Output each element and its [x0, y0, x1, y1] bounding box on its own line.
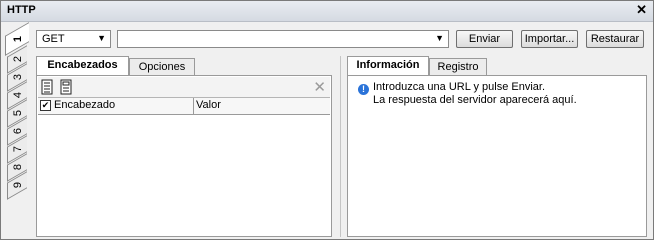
tab-informacion[interactable]: Información	[347, 56, 429, 76]
dropdown-arrow-icon[interactable]: ▼	[435, 33, 444, 43]
title-bar: HTTP ✕	[1, 1, 653, 22]
url-combobox[interactable]: ▼	[117, 30, 449, 48]
restore-button[interactable]: Restaurar	[586, 30, 644, 48]
method-select[interactable]: GET ▼	[36, 30, 111, 48]
side-tab-label: 7	[12, 145, 24, 153]
send-button[interactable]: Enviar	[456, 30, 513, 48]
window-title: HTTP	[7, 4, 36, 16]
info-box: ! Introduzca una URL y pulse Enviar. La …	[347, 75, 647, 237]
add-header-icon[interactable]	[40, 79, 56, 95]
column-valor[interactable]: Valor	[196, 99, 221, 111]
side-tab-label: 1	[12, 35, 24, 43]
request-panel: Encabezados Opciones ✕ ✔ Encabezado Valo…	[36, 56, 332, 237]
side-tab-label: 8	[12, 163, 24, 171]
close-icon[interactable]: ✕	[636, 2, 647, 18]
side-tab-label: 9	[12, 181, 24, 189]
side-tab-label: 3	[12, 73, 24, 81]
headers-column-header: ✔ Encabezado Valor	[38, 98, 330, 115]
tab-registro[interactable]: Registro	[429, 58, 487, 76]
headers-table: ✕ ✔ Encabezado Valor	[36, 75, 332, 237]
side-tab-label: 5	[12, 109, 24, 117]
insert-header-icon[interactable]	[58, 79, 74, 95]
delete-header-icon[interactable]: ✕	[313, 78, 326, 96]
request-toolbar: GET ▼ ▼ Enviar Importar... Restaurar	[31, 23, 651, 53]
dropdown-arrow-icon: ▼	[97, 33, 106, 43]
select-all-checkbox[interactable]: ✔	[40, 100, 51, 111]
response-panel: Información Registro ! Introduzca una UR…	[347, 56, 647, 237]
method-value: GET	[42, 33, 65, 45]
info-line: La respuesta del servidor aparecerá aquí…	[373, 94, 577, 106]
panel-splitter[interactable]	[340, 56, 341, 237]
side-tab-label: 6	[12, 127, 24, 135]
info-icon: !	[358, 84, 369, 95]
main-area: GET ▼ ▼ Enviar Importar... Restaurar Enc…	[31, 23, 651, 238]
tab-opciones[interactable]: Opciones	[129, 58, 195, 76]
column-encabezado[interactable]: Encabezado	[54, 99, 115, 111]
tab-encabezados[interactable]: Encabezados	[36, 56, 129, 76]
info-message: Introduzca una URL y pulse Enviar. La re…	[373, 81, 577, 107]
headers-toolbar: ✕	[38, 77, 330, 98]
side-tab-label: 2	[12, 55, 24, 63]
side-tab-strip: 1 2 3 4 5 6 7 8 9	[3, 22, 31, 237]
http-window: HTTP ✕ 1 2 3 4 5 6 7 8 9 GET ▼ ▼ Enviar …	[0, 0, 654, 240]
info-line: Introduzca una URL y pulse Enviar.	[373, 81, 546, 93]
side-tab-label: 4	[12, 91, 24, 99]
import-button[interactable]: Importar...	[521, 30, 578, 48]
column-separator[interactable]	[193, 98, 194, 114]
